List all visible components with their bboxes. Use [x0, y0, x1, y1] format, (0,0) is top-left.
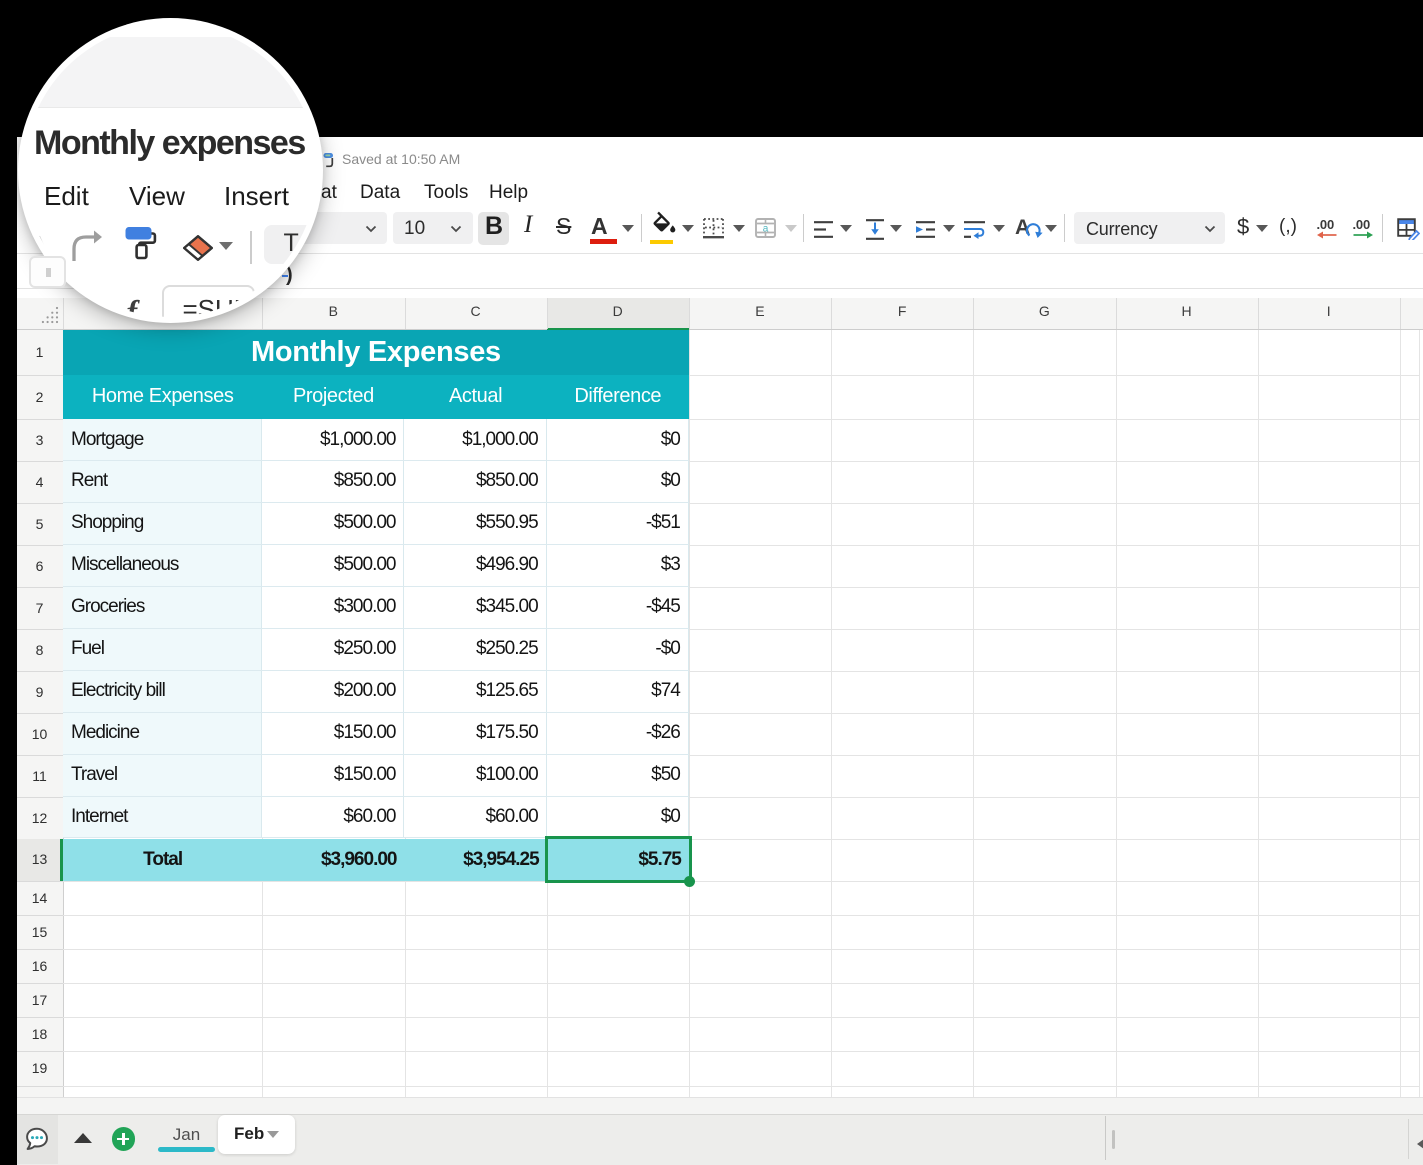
svg-text:a: a [763, 223, 769, 234]
